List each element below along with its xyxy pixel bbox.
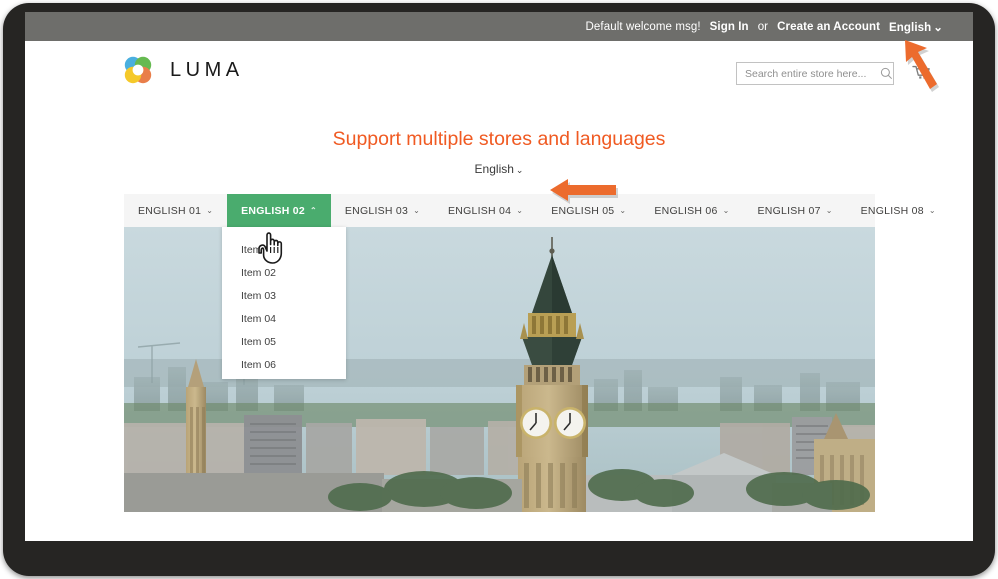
nav-item-label: ENGLISH 06 [654, 204, 718, 217]
nav-dropdown-menu: Item 01 Item 02 Item 03 Item 04 Item 05 … [222, 227, 346, 379]
chevron-down-icon: ⌄ [206, 206, 214, 215]
store-language-label: English [474, 162, 514, 176]
nav-item-label: ENGLISH 01 [138, 204, 202, 217]
nav-item-english-02[interactable]: ENGLISH 02 ⌃ [227, 194, 331, 227]
dropdown-item-05[interactable]: Item 05 [222, 330, 346, 353]
nav-item-label: ENGLISH 05 [551, 204, 615, 217]
nav-item-english-06[interactable]: ENGLISH 06 ⌄ [640, 194, 743, 227]
sign-in-link[interactable]: Sign In [710, 21, 749, 33]
chevron-down-icon: ⌄ [515, 165, 524, 175]
page-title: Support multiple stores and languages [332, 128, 666, 150]
nav-item-english-03[interactable]: ENGLISH 03 ⌄ [331, 194, 434, 227]
nav-item-english-04[interactable]: ENGLISH 04 ⌄ [434, 194, 537, 227]
nav-item-english-01[interactable]: ENGLISH 01 ⌄ [124, 194, 227, 227]
dropdown-item-01[interactable]: Item 01 [222, 238, 346, 261]
browser-frame: Default welcome msg! Sign In or Create a… [3, 3, 995, 576]
store-language-select[interactable]: English ⌄ [25, 162, 973, 176]
cart-icon[interactable] [912, 65, 931, 83]
nav-item-label: ENGLISH 03 [344, 204, 409, 217]
nav-item-english-05[interactable]: ENGLISH 05 ⌄ [537, 194, 640, 227]
search-icon[interactable] [880, 67, 893, 80]
or-separator: or [757, 20, 769, 33]
site-header: LUMA [25, 41, 973, 113]
dropdown-item-03[interactable]: Item 03 [222, 284, 346, 307]
welcome-message: Default welcome msg! [585, 20, 701, 33]
header-actions [736, 62, 931, 85]
dropdown-item-02[interactable]: Item 02 [222, 261, 346, 284]
language-switcher[interactable]: English ⌄ [889, 20, 943, 34]
logo-text: LUMA [170, 58, 244, 81]
chevron-down-icon: ⌄ [928, 206, 936, 215]
nav-item-label: ENGLISH 08 [860, 204, 924, 217]
nav-item-english-07[interactable]: ENGLISH 07 ⌄ [744, 194, 847, 227]
luma-flower-icon [122, 54, 154, 86]
chevron-down-icon: ⌄ [825, 206, 833, 215]
top-utility-bar: Default welcome msg! Sign In or Create a… [25, 12, 973, 41]
main-navigation: ENGLISH 01 ⌄ ENGLISH 02 ⌃ ENGLISH 03 ⌄ ENGL… [124, 194, 936, 227]
nav-item-label: ENGLISH 02 [241, 204, 305, 217]
chevron-down-icon: ⌄ [933, 21, 943, 34]
dropdown-item-06[interactable]: Item 06 [222, 353, 346, 376]
nav-item-english-08[interactable]: ENGLISH 08 ⌄ [847, 194, 950, 227]
chevron-down-icon: ⌄ [516, 206, 524, 215]
chevron-down-icon: ⌄ [413, 206, 421, 215]
nav-item-label: ENGLISH 04 [448, 204, 512, 217]
search-box[interactable] [736, 62, 894, 85]
chevron-down-icon: ⌄ [619, 206, 627, 215]
search-input[interactable] [737, 67, 880, 80]
chevron-down-icon: ⌄ [722, 206, 730, 215]
chevron-up-icon: ⌃ [309, 206, 317, 215]
logo[interactable]: LUMA [122, 54, 244, 86]
nav-item-label: ENGLISH 07 [757, 204, 821, 217]
dropdown-item-04[interactable]: Item 04 [222, 307, 346, 330]
page-screen: Default welcome msg! Sign In or Create a… [25, 12, 973, 541]
language-switcher-label: English [889, 21, 932, 34]
create-account-link[interactable]: Create an Account [777, 21, 880, 33]
